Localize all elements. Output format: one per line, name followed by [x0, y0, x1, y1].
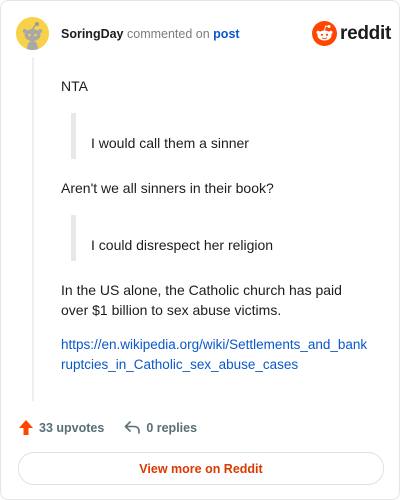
quote-bar: [71, 215, 76, 261]
username-link[interactable]: SoringDay: [61, 27, 124, 41]
replies-button[interactable]: 0 replies: [124, 420, 197, 435]
action-text: commented on: [127, 27, 210, 41]
comment-paragraph: In the US alone, the Catholic church has…: [61, 282, 342, 298]
upvote-arrow-icon: [19, 420, 33, 435]
reply-count: 0 replies: [146, 420, 198, 435]
wikipedia-link[interactable]: https://en.wikipedia.org/wiki/Settlement…: [61, 335, 369, 375]
thread-line: [32, 57, 34, 401]
reddit-wordmark: reddit: [340, 22, 391, 44]
upvote-button[interactable]: 33 upvotes: [18, 419, 104, 436]
snoo-avatar-icon: [16, 17, 49, 50]
user-avatar[interactable]: [16, 17, 49, 50]
reddit-alien-icon: [312, 21, 337, 46]
comment-paragraph: NTA: [61, 78, 88, 94]
comment-header: SoringDay commented on post: [61, 27, 240, 41]
reply-arrow-icon: [125, 421, 141, 434]
quote-text: I could disrespect her religion: [91, 237, 274, 253]
quote-bar: [71, 113, 76, 159]
quote-text: I would call them a sinner: [91, 135, 249, 151]
reddit-logo[interactable]: reddit: [312, 21, 391, 46]
view-more-button[interactable]: View more on Reddit: [18, 452, 384, 485]
comment-footer: 33 upvotes 0 replies: [18, 419, 197, 436]
upvote-count: 33 upvotes: [39, 420, 105, 435]
comment-paragraph: Aren't we all sinners in their book?: [61, 180, 274, 196]
comment-paragraph: over $1 billion to sex abuse victims.: [61, 302, 282, 318]
comment-embed-card: SoringDay commented on post reddit NTA I…: [0, 0, 400, 500]
post-link[interactable]: post: [213, 27, 239, 41]
